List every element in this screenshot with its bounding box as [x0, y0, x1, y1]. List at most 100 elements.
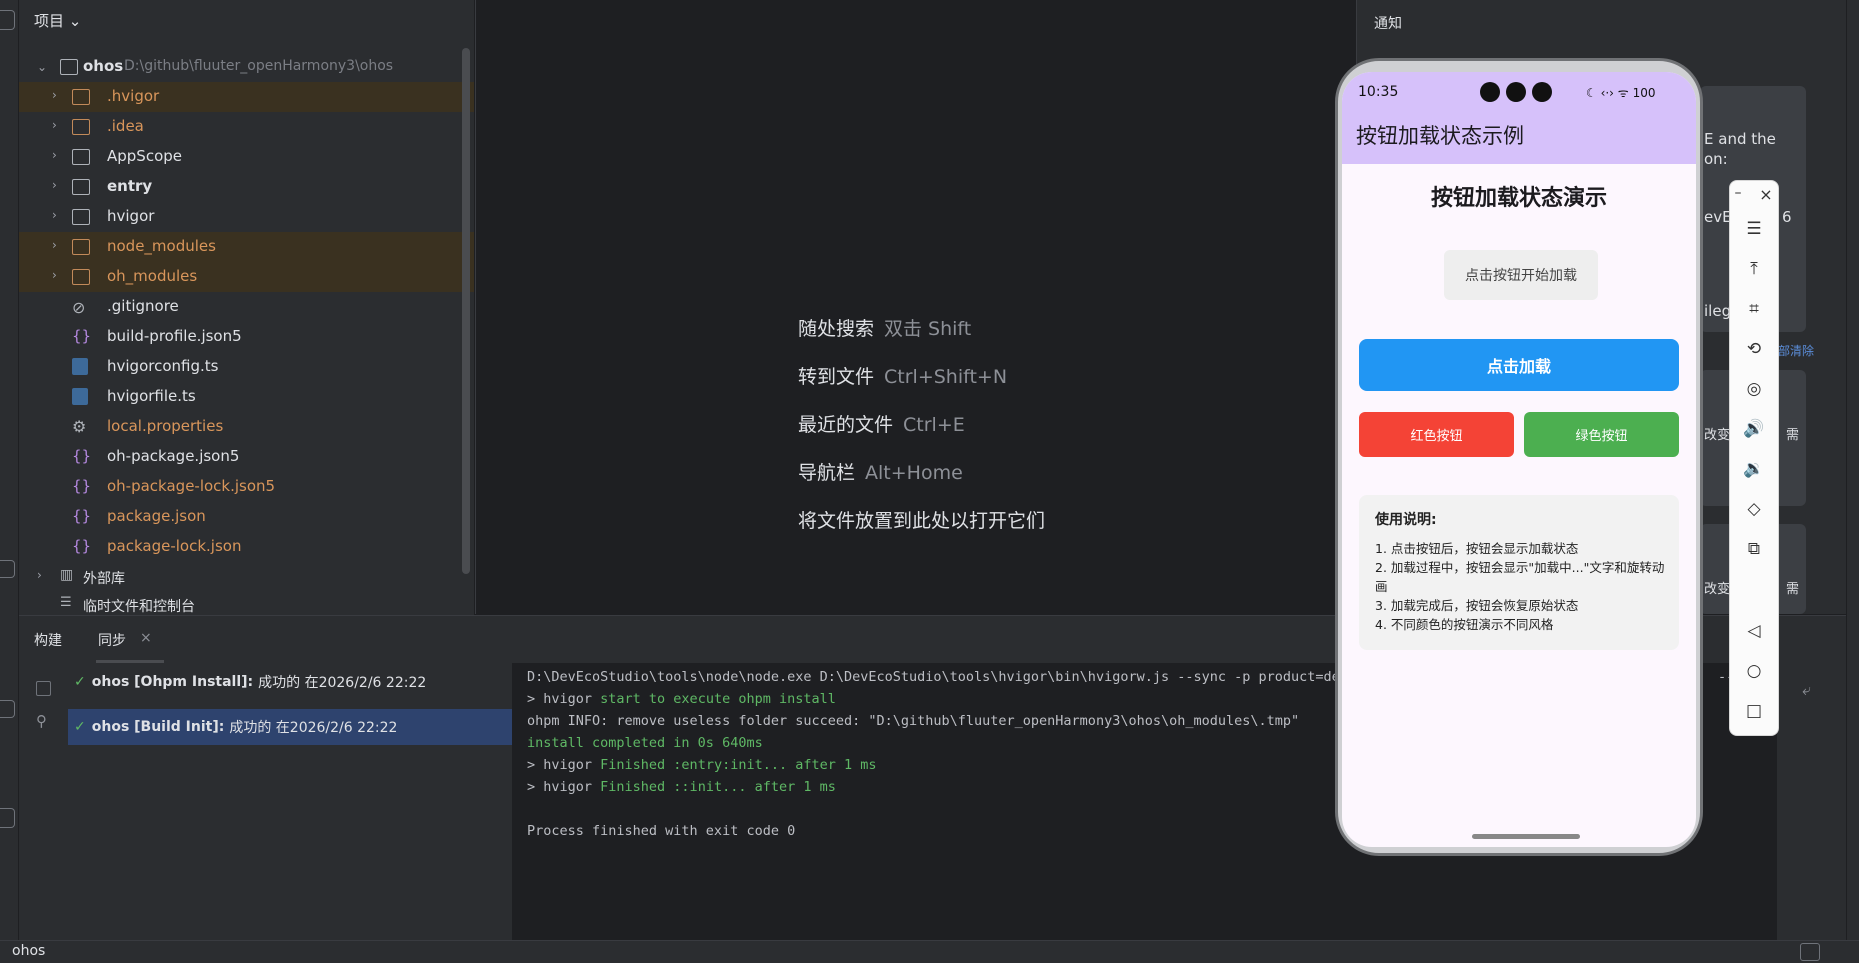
module-folder-icon — [72, 179, 90, 195]
home-icon[interactable]: ○ — [1730, 661, 1778, 681]
stop-icon[interactable] — [36, 681, 51, 696]
folder-icon — [72, 239, 90, 255]
console-line: > hvigor start to execute ohpm install — [527, 691, 836, 707]
build-row[interactable]: ✓ ohos [Ohpm Install]: 成功的 在2026/2/6 22:… — [68, 664, 512, 700]
close-icon[interactable]: × — [1754, 185, 1778, 204]
console-message: Finished :entry:init... after 1 ms — [600, 757, 877, 773]
tree-item-package-lock[interactable]: {} package-lock.json — [19, 532, 474, 562]
project-tool-icon[interactable] — [0, 10, 15, 30]
tree-item-hvigor[interactable]: › hvigor — [19, 202, 474, 232]
crop-icon[interactable]: ⌗ — [1730, 299, 1778, 319]
build-status: 成功的 在2026/2/6 22:22 — [258, 675, 427, 691]
volume-down-icon[interactable]: 🔉 — [1730, 459, 1778, 479]
tree-item-local-properties[interactable]: ⚙ local.properties — [19, 412, 474, 442]
tree-item-appscope[interactable]: › AppScope — [19, 142, 474, 172]
hint-go-to-file: 转到文件 Ctrl+Shift+N — [798, 362, 1007, 389]
tree-item-label: build-profile.json5 — [107, 327, 242, 345]
tree-item-label: hvigorconfig.ts — [107, 357, 219, 375]
red-button-label: 红色按钮 — [1410, 429, 1463, 444]
green-button[interactable]: 绿色按钮 — [1524, 412, 1679, 457]
soft-wrap-icon[interactable]: ⤶ — [1802, 680, 1811, 700]
status-project[interactable]: ohos — [12, 943, 45, 959]
tree-item-oh-modules[interactable]: › oh_modules — [19, 262, 474, 292]
notification-text: 改变 — [1704, 428, 1731, 443]
red-button[interactable]: 红色按钮 — [1359, 412, 1514, 457]
tool-icon[interactable] — [0, 700, 15, 718]
minimize-icon[interactable]: – — [1726, 185, 1750, 201]
instruction-line: 2. 加载过程中，按钮会显示"加载中..."文字和旋转动画 — [1375, 560, 1665, 594]
console-line: > hvigor Finished ::init... after 1 ms — [527, 779, 836, 795]
emulator-toolbar: – × ☰ ⤒ ⌗ ⟲ ◎ 🔊 🔉 ◇ ⧉ ◁ ○ □ — [1729, 180, 1779, 736]
pin-icon[interactable]: ⚲ — [36, 712, 47, 730]
hint-shortcut: Ctrl+E — [903, 414, 965, 436]
volume-up-icon[interactable]: 🔊 — [1730, 419, 1778, 439]
tool-icon[interactable] — [0, 560, 15, 578]
left-tool-strip — [0, 0, 19, 940]
notification-text: 改变 — [1704, 582, 1731, 597]
multi-window-icon[interactable]: ⧉ — [1730, 539, 1778, 559]
instructions-title: 使用说明: — [1375, 512, 1437, 528]
tree-item-hvigor-dir[interactable]: › .hvigor — [19, 82, 474, 112]
tool-icon[interactable] — [0, 808, 15, 828]
hint-label: 导航栏 — [798, 462, 856, 484]
pin-top-icon[interactable]: ⤒ — [1730, 259, 1778, 279]
rotate-icon[interactable]: ⟲ — [1730, 339, 1778, 359]
hint-label: 随处搜索 — [798, 318, 875, 340]
assistant-icon[interactable] — [1800, 943, 1820, 961]
chevron-down-icon: ⌄ — [37, 60, 48, 74]
library-icon: ▥ — [60, 567, 74, 583]
chevron-right-icon: › — [52, 238, 57, 252]
tree-item-oh-package[interactable]: {} oh-package.json5 — [19, 442, 474, 472]
hint-label: 将文件放置到此处以打开它们 — [798, 510, 1046, 532]
tree-item-build-profile[interactable]: {} build-profile.json5 — [19, 322, 474, 352]
status-icons: ☾ ‹·› ᯤ 100 — [1586, 86, 1656, 100]
instructions-card: 使用说明: 1. 点击按钮后，按钮会显示加载状态 2. 加载过程中，按钮会显示"… — [1359, 495, 1679, 650]
tree-item-label: .gitignore — [107, 297, 179, 315]
tree-item-hvigorconfig[interactable]: hvigorconfig.ts — [19, 352, 474, 382]
build-name: ohos [Build Init]: — [91, 719, 225, 735]
tree-item-gitignore[interactable]: ⊘ .gitignore — [19, 292, 474, 322]
tree-item-hvigorfile[interactable]: hvigorfile.ts — [19, 382, 474, 412]
chevron-right-icon: › — [52, 118, 57, 132]
tree-item-path: D:\github\fluuter_openHarmony3\ohos — [124, 58, 394, 74]
fold-icon[interactable]: ◇ — [1730, 499, 1778, 519]
app-bar-title: 按钮加载状态示例 — [1356, 124, 1524, 148]
notification-text: E and the — [1704, 130, 1776, 148]
phone-screen: 10:35 ☾ ‹·› ᯤ 100 按钮加载状态示例 按钮加载状态演示 点击按钮… — [1342, 72, 1696, 847]
tree-item-oh-package-lock[interactable]: {} oh-package-lock.json5 — [19, 472, 474, 502]
tree-item-label: local.properties — [107, 417, 224, 435]
json-file-icon: {} — [72, 537, 92, 555]
tree-item-scratches[interactable]: ☰ 临时文件和控制台 — [19, 592, 474, 614]
loading-status-text: 点击按钮开始加载 — [1465, 268, 1577, 284]
clear-all-link[interactable]: 部清除 — [1778, 342, 1814, 359]
tree-item-node-modules[interactable]: › node_modules — [19, 232, 474, 262]
build-row[interactable]: ✓ ohos [Build Init]: 成功的 在2026/2/6 22:22 — [68, 709, 512, 745]
project-panel-title[interactable]: 项目 ⌄ — [34, 10, 81, 31]
scratch-icon: ☰ — [60, 595, 72, 610]
home-indicator[interactable] — [1472, 834, 1580, 839]
tree-item-label: entry — [107, 177, 153, 195]
project-scrollbar[interactable] — [462, 48, 470, 574]
chevron-right-icon: › — [52, 88, 57, 102]
load-button-label: 点击加载 — [1486, 357, 1551, 376]
notification-text: ileg — [1704, 302, 1732, 320]
tab-sync[interactable]: 同步 — [98, 630, 126, 650]
tree-item-label: ohos — [83, 57, 124, 75]
notification-text: 需 — [1786, 582, 1800, 597]
tree-item-entry[interactable]: › entry — [19, 172, 474, 202]
menu-icon[interactable]: ☰ — [1730, 219, 1778, 239]
close-tab-icon[interactable]: × — [140, 630, 152, 646]
console-line: > hvigor Finished :entry:init... after 1… — [527, 757, 877, 773]
load-button[interactable]: 点击加载 — [1359, 339, 1679, 391]
screenshot-icon[interactable]: ◎ — [1730, 379, 1778, 399]
tree-item-ohos[interactable]: ⌄ ohos D:\github\fluuter_openHarmony3\oh… — [19, 52, 474, 82]
tree-item-label: package-lock.json — [107, 537, 242, 555]
tab-build[interactable]: 构建 — [34, 630, 62, 650]
demo-title: 按钮加载状态演示 — [1430, 186, 1607, 211]
tree-item-idea[interactable]: › .idea — [19, 112, 474, 142]
back-icon[interactable]: ◁ — [1730, 621, 1778, 641]
tree-item-external-libraries[interactable]: › ▥ 外部库 — [19, 562, 474, 592]
tree-item-package-json[interactable]: {} package.json — [19, 502, 474, 532]
chevron-right-icon: › — [52, 268, 57, 282]
recents-icon[interactable]: □ — [1730, 701, 1778, 721]
